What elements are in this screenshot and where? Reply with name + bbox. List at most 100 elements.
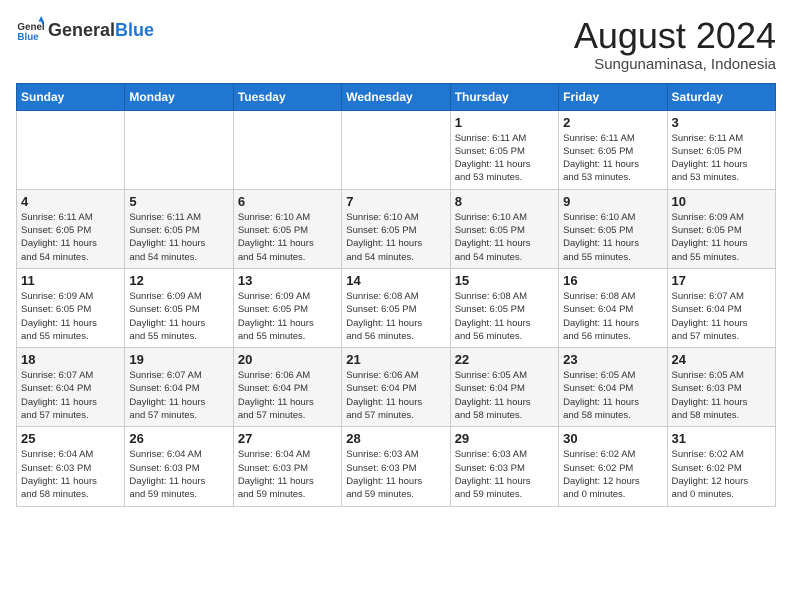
day-number: 6	[238, 194, 337, 209]
day-info: Sunrise: 6:10 AM Sunset: 6:05 PM Dayligh…	[238, 211, 337, 264]
calendar-header: Sunday Monday Tuesday Wednesday Thursday…	[17, 83, 776, 110]
calendar-week-row: 1 Sunrise: 6:11 AM Sunset: 6:05 PM Daylig…	[17, 110, 776, 189]
col-saturday: Saturday	[667, 83, 775, 110]
header-row: Sunday Monday Tuesday Wednesday Thursday…	[17, 83, 776, 110]
logo: General Blue GeneralBlue	[16, 16, 154, 44]
day-number: 29	[455, 431, 554, 446]
day-info: Sunrise: 6:03 AM Sunset: 6:03 PM Dayligh…	[455, 448, 554, 501]
day-number: 21	[346, 352, 445, 367]
calendar-day-cell: 7 Sunrise: 6:10 AM Sunset: 6:05 PM Daylig…	[342, 189, 450, 268]
day-info: Sunrise: 6:04 AM Sunset: 6:03 PM Dayligh…	[21, 448, 120, 501]
day-info: Sunrise: 6:04 AM Sunset: 6:03 PM Dayligh…	[129, 448, 228, 501]
calendar-week-row: 25Sunrise: 6:04 AM Sunset: 6:03 PM Dayli…	[17, 427, 776, 506]
day-number: 3	[672, 115, 771, 130]
day-info: Sunrise: 6:08 AM Sunset: 6:04 PM Dayligh…	[563, 290, 662, 343]
day-info: Sunrise: 6:10 AM Sunset: 6:05 PM Dayligh…	[563, 211, 662, 264]
calendar-day-cell: 28 Sunrise: 6:03 AM Sunset: 6:03 PM Dayli…	[342, 427, 450, 506]
day-number: 28	[346, 431, 445, 446]
calendar-day-cell	[125, 110, 233, 189]
day-info: Sunrise: 6:11 AM Sunset: 6:05 PM Dayligh…	[563, 132, 662, 185]
calendar-day-cell: 18 Sunrise: 6:07 AM Sunset: 6:04 PM Dayli…	[17, 348, 125, 427]
day-info: Sunrise: 6:05 AM Sunset: 6:04 PM Dayligh…	[455, 369, 554, 422]
calendar-day-cell: 5Sunrise: 6:11 AM Sunset: 6:05 PM Daylig…	[125, 189, 233, 268]
day-number: 5	[129, 194, 228, 209]
title-area: August 2024 Sungunaminasa, Indonesia	[574, 16, 776, 73]
col-tuesday: Tuesday	[233, 83, 341, 110]
calendar-week-row: 4 Sunrise: 6:11 AM Sunset: 6:05 PM Daylig…	[17, 189, 776, 268]
day-info: Sunrise: 6:03 AM Sunset: 6:03 PM Dayligh…	[346, 448, 445, 501]
calendar-day-cell: 13 Sunrise: 6:09 AM Sunset: 6:05 PM Dayli…	[233, 268, 341, 347]
calendar-day-cell: 31Sunrise: 6:02 AM Sunset: 6:02 PM Dayli…	[667, 427, 775, 506]
calendar-day-cell: 4 Sunrise: 6:11 AM Sunset: 6:05 PM Daylig…	[17, 189, 125, 268]
day-info: Sunrise: 6:09 AM Sunset: 6:05 PM Dayligh…	[129, 290, 228, 343]
day-info: Sunrise: 6:11 AM Sunset: 6:05 PM Dayligh…	[455, 132, 554, 185]
day-info: Sunrise: 6:05 AM Sunset: 6:03 PM Dayligh…	[672, 369, 771, 422]
calendar-day-cell: 25Sunrise: 6:04 AM Sunset: 6:03 PM Dayli…	[17, 427, 125, 506]
logo-blue-text: Blue	[115, 20, 154, 40]
calendar-day-cell: 8Sunrise: 6:10 AM Sunset: 6:05 PM Daylig…	[450, 189, 558, 268]
day-info: Sunrise: 6:05 AM Sunset: 6:04 PM Dayligh…	[563, 369, 662, 422]
day-number: 1	[455, 115, 554, 130]
day-info: Sunrise: 6:09 AM Sunset: 6:05 PM Dayligh…	[672, 211, 771, 264]
calendar-day-cell: 26Sunrise: 6:04 AM Sunset: 6:03 PM Dayli…	[125, 427, 233, 506]
day-number: 2	[563, 115, 662, 130]
day-info: Sunrise: 6:06 AM Sunset: 6:04 PM Dayligh…	[346, 369, 445, 422]
calendar-day-cell	[342, 110, 450, 189]
calendar-day-cell: 6 Sunrise: 6:10 AM Sunset: 6:05 PM Daylig…	[233, 189, 341, 268]
calendar-day-cell: 27 Sunrise: 6:04 AM Sunset: 6:03 PM Dayli…	[233, 427, 341, 506]
calendar-day-cell: 10 Sunrise: 6:09 AM Sunset: 6:05 PM Dayli…	[667, 189, 775, 268]
day-number: 14	[346, 273, 445, 288]
calendar-day-cell: 16 Sunrise: 6:08 AM Sunset: 6:04 PM Dayli…	[559, 268, 667, 347]
calendar-table: Sunday Monday Tuesday Wednesday Thursday…	[16, 83, 776, 507]
calendar-day-cell: 17Sunrise: 6:07 AM Sunset: 6:04 PM Dayli…	[667, 268, 775, 347]
day-number: 22	[455, 352, 554, 367]
calendar-day-cell: 30 Sunrise: 6:02 AM Sunset: 6:02 PM Dayli…	[559, 427, 667, 506]
page-header: General Blue GeneralBlue August 2024 Sun…	[16, 16, 776, 73]
day-info: Sunrise: 6:04 AM Sunset: 6:03 PM Dayligh…	[238, 448, 337, 501]
day-info: Sunrise: 6:09 AM Sunset: 6:05 PM Dayligh…	[21, 290, 120, 343]
calendar-day-cell: 15Sunrise: 6:08 AM Sunset: 6:05 PM Dayli…	[450, 268, 558, 347]
day-info: Sunrise: 6:11 AM Sunset: 6:05 PM Dayligh…	[672, 132, 771, 185]
day-number: 23	[563, 352, 662, 367]
calendar-day-cell: 3 Sunrise: 6:11 AM Sunset: 6:05 PM Daylig…	[667, 110, 775, 189]
calendar-day-cell: 20Sunrise: 6:06 AM Sunset: 6:04 PM Dayli…	[233, 348, 341, 427]
day-number: 16	[563, 273, 662, 288]
calendar-day-cell: 14Sunrise: 6:08 AM Sunset: 6:05 PM Dayli…	[342, 268, 450, 347]
day-number: 13	[238, 273, 337, 288]
day-number: 10	[672, 194, 771, 209]
calendar-week-row: 18 Sunrise: 6:07 AM Sunset: 6:04 PM Dayli…	[17, 348, 776, 427]
day-number: 4	[21, 194, 120, 209]
day-number: 7	[346, 194, 445, 209]
month-year-title: August 2024	[574, 16, 776, 56]
day-info: Sunrise: 6:11 AM Sunset: 6:05 PM Dayligh…	[21, 211, 120, 264]
calendar-day-cell: 19Sunrise: 6:07 AM Sunset: 6:04 PM Dayli…	[125, 348, 233, 427]
day-number: 8	[455, 194, 554, 209]
day-info: Sunrise: 6:07 AM Sunset: 6:04 PM Dayligh…	[21, 369, 120, 422]
day-info: Sunrise: 6:02 AM Sunset: 6:02 PM Dayligh…	[672, 448, 771, 501]
day-info: Sunrise: 6:09 AM Sunset: 6:05 PM Dayligh…	[238, 290, 337, 343]
logo-general-text: General	[48, 20, 115, 40]
day-number: 20	[238, 352, 337, 367]
col-sunday: Sunday	[17, 83, 125, 110]
calendar-day-cell: 21 Sunrise: 6:06 AM Sunset: 6:04 PM Dayli…	[342, 348, 450, 427]
calendar-day-cell: 22 Sunrise: 6:05 AM Sunset: 6:04 PM Dayli…	[450, 348, 558, 427]
day-number: 27	[238, 431, 337, 446]
logo-icon: General Blue	[16, 16, 44, 44]
calendar-day-cell: 29 Sunrise: 6:03 AM Sunset: 6:03 PM Dayli…	[450, 427, 558, 506]
day-number: 30	[563, 431, 662, 446]
day-number: 19	[129, 352, 228, 367]
calendar-day-cell: 12Sunrise: 6:09 AM Sunset: 6:05 PM Dayli…	[125, 268, 233, 347]
location-subtitle: Sungunaminasa, Indonesia	[574, 56, 776, 73]
day-info: Sunrise: 6:02 AM Sunset: 6:02 PM Dayligh…	[563, 448, 662, 501]
day-info: Sunrise: 6:10 AM Sunset: 6:05 PM Dayligh…	[346, 211, 445, 264]
day-number: 11	[21, 273, 120, 288]
day-number: 18	[21, 352, 120, 367]
day-number: 15	[455, 273, 554, 288]
calendar-day-cell	[233, 110, 341, 189]
calendar-day-cell: 9Sunrise: 6:10 AM Sunset: 6:05 PM Daylig…	[559, 189, 667, 268]
col-friday: Friday	[559, 83, 667, 110]
col-wednesday: Wednesday	[342, 83, 450, 110]
day-number: 17	[672, 273, 771, 288]
col-thursday: Thursday	[450, 83, 558, 110]
calendar-day-cell: 24Sunrise: 6:05 AM Sunset: 6:03 PM Dayli…	[667, 348, 775, 427]
